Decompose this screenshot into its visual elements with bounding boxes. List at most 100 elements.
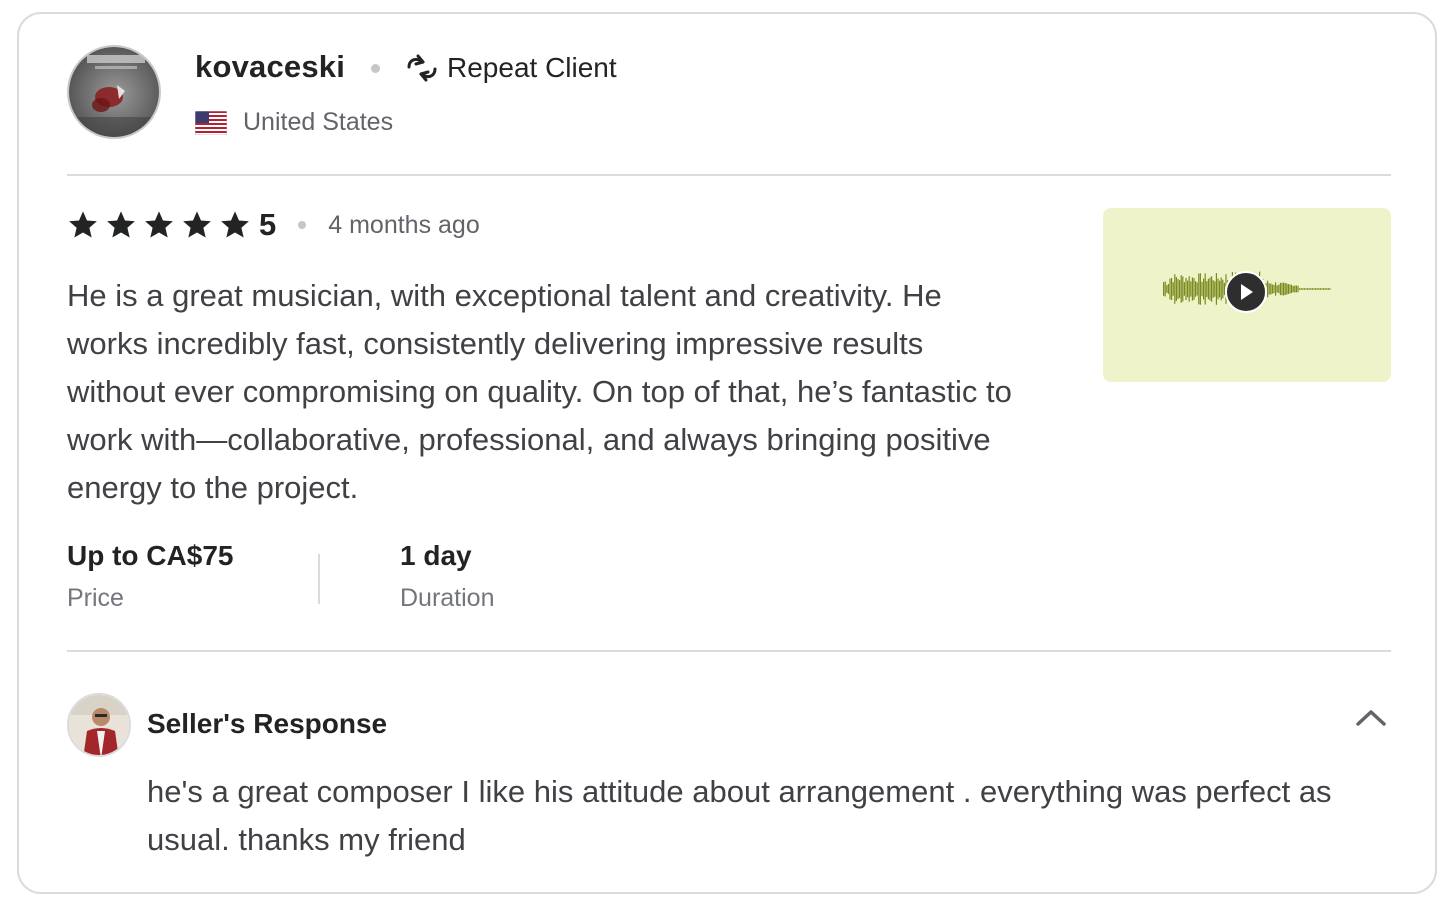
- waveform-bar: [1271, 284, 1273, 294]
- star-rating: [67, 209, 251, 241]
- separator-dot: [298, 221, 307, 229]
- waveform-bar: [1193, 278, 1195, 300]
- repeat-icon: [407, 54, 437, 82]
- waveform-bar: [1203, 278, 1205, 300]
- play-button[interactable]: [1225, 271, 1267, 313]
- waveform-bar: [1291, 284, 1293, 294]
- waveform-bar: [1279, 282, 1281, 296]
- waveform-bar: [1174, 274, 1176, 304]
- waveform-bar: [1215, 273, 1217, 305]
- reviewer-avatar[interactable]: [67, 45, 161, 139]
- waveform-bar: [1270, 283, 1272, 295]
- waveform-bar: [1179, 280, 1181, 298]
- waveform-bar: [1311, 288, 1313, 290]
- waveform-bar: [1204, 273, 1206, 305]
- waveform-bar: [1180, 275, 1182, 303]
- waveform-bar: [1307, 288, 1309, 290]
- seller-avatar-photo: [69, 695, 129, 755]
- waveform-bar: [1188, 276, 1190, 302]
- waveform-bar: [1324, 288, 1326, 290]
- waveform-bar: [1292, 286, 1294, 293]
- waveform-bar: [1302, 288, 1304, 290]
- waveform-bar: [1201, 281, 1203, 297]
- waveform-bar: [1207, 278, 1209, 300]
- waveform-bar: [1183, 282, 1185, 296]
- chevron-up-icon[interactable]: [1354, 704, 1388, 732]
- duration-label: Duration: [400, 584, 495, 612]
- waveform-bar: [1175, 277, 1177, 301]
- waveform-bar: [1318, 288, 1320, 290]
- waveform-bar: [1286, 283, 1288, 295]
- waveform-bar: [1191, 277, 1193, 301]
- waveform-bar: [1313, 288, 1315, 290]
- seller-response-text: he's a great composer I like his attitud…: [147, 774, 1332, 857]
- waveform-bar: [1278, 284, 1280, 294]
- waveform-bar: [1172, 282, 1174, 296]
- waveform-bar: [1222, 279, 1224, 299]
- waveform-bar: [1219, 280, 1221, 298]
- waveform-bar: [1323, 288, 1325, 290]
- reviewer-username[interactable]: kovaceski: [195, 49, 345, 85]
- waveform-bar: [1196, 282, 1198, 296]
- waveform-bar: [1281, 282, 1283, 296]
- waveform-bar: [1276, 285, 1278, 293]
- waveform-bar: [1310, 288, 1312, 290]
- waveform-bar: [1299, 288, 1301, 290]
- waveform-bar: [1295, 285, 1297, 293]
- star-icon: [221, 211, 249, 238]
- rating-row: 5 4 months ago: [67, 207, 480, 243]
- waveform-bar: [1199, 273, 1201, 305]
- waveform-bar: [1169, 278, 1171, 300]
- waveform-bar: [1195, 281, 1197, 297]
- waveform-bar: [1316, 288, 1318, 290]
- waveform-bar: [1171, 277, 1173, 300]
- waveform-bar: [1167, 284, 1169, 294]
- waveform-bar: [1319, 288, 1321, 290]
- country-name: United States: [243, 108, 394, 136]
- album-cover-avatar: [69, 47, 159, 137]
- waveform-bar: [1329, 288, 1331, 290]
- waveform-bar: [1268, 283, 1270, 295]
- waveform-bar: [1327, 288, 1329, 290]
- play-icon: [1241, 284, 1253, 300]
- waveform-bar: [1217, 278, 1219, 300]
- waveform-bar: [1267, 280, 1269, 298]
- waveform-bar: [1297, 285, 1299, 293]
- us-flag-icon: [195, 110, 227, 135]
- waveform-bar: [1275, 282, 1277, 296]
- waveform-bar: [1166, 285, 1168, 293]
- audio-sample-thumbnail[interactable]: [1103, 208, 1391, 382]
- price-value: Up to CA$75: [67, 540, 234, 571]
- waveform-bar: [1294, 285, 1296, 293]
- waveform-bar: [1182, 276, 1184, 302]
- divider: [67, 174, 1391, 176]
- waveform-bar: [1287, 284, 1289, 294]
- seller-avatar[interactable]: [67, 693, 131, 757]
- price-label: Price: [67, 584, 124, 612]
- divider: [67, 650, 1391, 652]
- review-time: 4 months ago: [328, 210, 480, 239]
- meta-separator: [318, 554, 320, 604]
- waveform-bar: [1185, 278, 1187, 300]
- waveform-bar: [1206, 281, 1208, 297]
- seller-response-title: Seller's Response: [147, 708, 388, 739]
- star-icon: [183, 211, 211, 238]
- waveform-bar: [1187, 280, 1189, 298]
- duration-value: 1 day: [400, 540, 472, 571]
- waveform-bar: [1308, 288, 1310, 290]
- star-icon: [69, 211, 97, 238]
- star-icon: [107, 211, 135, 238]
- waveform-bar: [1321, 288, 1323, 290]
- reviewer-country: United States: [195, 108, 393, 137]
- rating-value: 5: [259, 207, 277, 242]
- separator-dot: [371, 64, 380, 73]
- waveform-bar: [1212, 280, 1214, 298]
- waveform-bar: [1283, 282, 1285, 296]
- waveform-bar: [1300, 288, 1302, 290]
- waveform-bar: [1220, 277, 1222, 301]
- repeat-client-badge: Repeat Client: [405, 52, 617, 84]
- waveform-bar: [1190, 281, 1192, 297]
- review-text: He is a great musician, with exceptional…: [67, 278, 1012, 505]
- repeat-client-label: Repeat Client: [447, 52, 617, 83]
- waveform-bar: [1177, 278, 1179, 300]
